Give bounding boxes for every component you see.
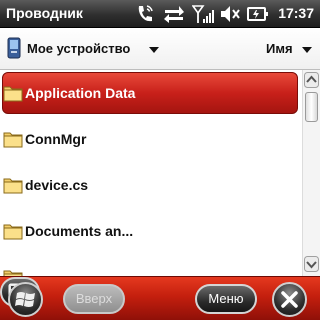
scroll-up-icon[interactable] — [304, 72, 319, 88]
folder-icon — [3, 270, 23, 276]
list-item[interactable]: Documents an... — [0, 208, 300, 254]
app-title: Проводник — [6, 5, 83, 21]
up-button[interactable]: Вверх — [63, 284, 125, 314]
volume-icon[interactable] — [219, 4, 241, 24]
list-item[interactable]: Application Data — [0, 70, 300, 116]
file-name: device.cs — [25, 177, 89, 193]
signal-strength-icon[interactable] — [192, 4, 214, 24]
start-button[interactable] — [8, 282, 43, 317]
scroll-down-icon[interactable] — [304, 256, 319, 272]
scrollbar[interactable] — [302, 70, 320, 276]
list-item[interactable]: ConnMgr — [0, 116, 300, 162]
folder-icon — [3, 224, 23, 240]
folder-icon — [3, 86, 23, 102]
location-bar: Мое устройство Имя — [0, 28, 320, 70]
windows-logo-icon — [15, 292, 35, 307]
file-list: Application Data ConnMgr device.cs Docum… — [0, 70, 300, 276]
chevron-down-icon[interactable] — [302, 47, 312, 53]
softkey-bar: Вверх a Меню — [0, 276, 320, 320]
list-item-partial[interactable] — [0, 254, 300, 276]
sort-dropdown[interactable]: Имя — [266, 41, 293, 56]
file-name: ConnMgr — [25, 131, 87, 147]
title-bar: Проводник 17:37 — [0, 0, 320, 28]
file-name: Documents an... — [25, 223, 134, 239]
scroll-thumb[interactable] — [305, 92, 318, 122]
folder-icon — [3, 178, 23, 194]
list-item[interactable]: device.cs — [0, 162, 300, 208]
phone-icon[interactable] — [136, 4, 154, 24]
clock[interactable]: 17:37 — [278, 5, 314, 21]
battery-icon[interactable] — [247, 4, 269, 24]
close-button[interactable] — [272, 282, 307, 317]
close-icon — [281, 291, 298, 308]
menu-button[interactable]: Меню — [195, 284, 257, 314]
folder-icon — [3, 132, 23, 148]
location-dropdown[interactable]: Мое устройство — [27, 41, 130, 56]
data-sync-icon[interactable] — [163, 4, 185, 24]
chevron-down-icon[interactable] — [149, 47, 159, 53]
device-icon — [7, 37, 21, 59]
file-name: Application Data — [25, 85, 136, 101]
